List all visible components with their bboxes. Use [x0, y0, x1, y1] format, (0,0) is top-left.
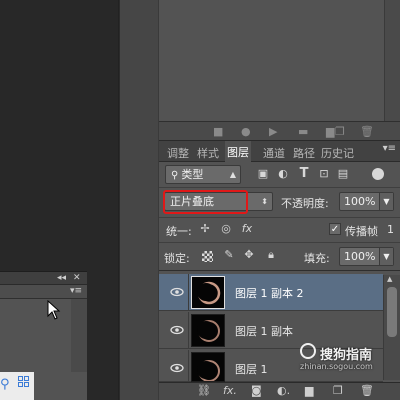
visibility-column: [159, 312, 189, 349]
watermark-logo: [300, 343, 316, 359]
filter-kind-label: 类型: [181, 168, 204, 181]
tab-channels[interactable]: 通道: [263, 145, 285, 161]
eye-icon[interactable]: [170, 361, 184, 375]
layer-name[interactable]: 图层 1 副本: [235, 323, 293, 339]
search-icon[interactable]: ⚲: [0, 377, 10, 392]
fill-field[interactable]: 100% ▼: [339, 247, 394, 266]
lock-label: 锁定:: [164, 252, 190, 265]
mouse-cursor-icon: [47, 300, 61, 320]
divider: [159, 242, 400, 243]
fill-label: 填充:: [304, 252, 330, 265]
layers-scrollbar[interactable]: ▲: [383, 275, 400, 380]
propagate-label: 传播帧: [345, 225, 378, 238]
link-icon[interactable]: ⛓: [197, 384, 211, 397]
panel-dock-gutter: [118, 0, 158, 400]
mini-panel-titlebar[interactable]: ◂◂ ✕: [0, 272, 87, 285]
unify-label: 统一:: [166, 225, 192, 238]
chevron-down-icon: ▲: [229, 170, 236, 179]
layers-footer-toolbar: ⛓ fx. ◙ ◐. ▆ ❐ 🗑: [159, 382, 400, 400]
stop-icon[interactable]: ■: [213, 125, 223, 138]
adjustment-icon[interactable]: ◐.: [277, 384, 290, 397]
upper-panel-scrollbar[interactable]: [384, 0, 400, 121]
layer-thumbnail[interactable]: [191, 352, 225, 382]
panel-menu-icon[interactable]: ▾≡: [383, 143, 396, 154]
record-icon[interactable]: ●: [241, 125, 251, 138]
watermark-text: 搜狗指南: [320, 348, 373, 363]
lock-all-icon[interactable]: 🔒︎: [263, 247, 279, 263]
eye-icon[interactable]: [170, 323, 184, 337]
layer-row[interactable]: 图层 1 副本 2: [159, 274, 383, 311]
layer-thumbnail[interactable]: [191, 314, 225, 347]
tab-layers[interactable]: 图层: [225, 141, 251, 162]
upper-panel-toolbar: ■ ● ▶ ▬ ▆ ❐ 🗑: [159, 121, 400, 141]
unify-position-icon[interactable]: ✢: [197, 221, 213, 237]
new-action-icon[interactable]: ❐: [335, 125, 345, 138]
filter-toggle-icon[interactable]: [372, 168, 384, 180]
scroll-up-icon[interactable]: ▲: [387, 275, 392, 283]
unify-style-icon[interactable]: fx: [239, 221, 255, 237]
pixel-filter-icon[interactable]: ▣: [255, 166, 271, 182]
shape-filter-icon[interactable]: ⊡: [316, 166, 332, 182]
visibility-column: [159, 274, 189, 311]
mask-icon[interactable]: ◙: [251, 384, 262, 397]
divider: [159, 187, 400, 188]
collapse-icon[interactable]: ◂◂: [57, 272, 66, 284]
panel-menu-icon[interactable]: ▾≡: [70, 286, 82, 296]
eye-icon[interactable]: [170, 285, 184, 299]
watermark-url: zhinan.sogou.com: [300, 362, 373, 371]
lock-transparency-icon[interactable]: [202, 251, 213, 262]
panel-tabbar: 调整 样式 图层 通道 路径 历史记 ▾≡: [159, 141, 400, 162]
new-layer-icon[interactable]: ❐: [333, 384, 343, 397]
divider: [159, 270, 400, 271]
chevron-updown-icon: ⬍: [261, 197, 268, 206]
propagate-checkbox[interactable]: ✓: [329, 223, 341, 235]
group-icon[interactable]: ▆: [305, 384, 313, 397]
tab-styles[interactable]: 样式: [197, 145, 219, 161]
fill-value: 100%: [344, 250, 376, 263]
opacity-label: 不透明度:: [281, 197, 329, 210]
trash-icon[interactable]: 🗑: [360, 384, 374, 397]
opacity-field[interactable]: 100% ▼: [339, 192, 394, 211]
folder-icon[interactable]: ▆: [326, 125, 334, 138]
upper-panel-area: [159, 0, 400, 121]
layer-filter-dropdown[interactable]: ⚲ 类型 ▲: [165, 165, 241, 184]
lock-pixels-icon[interactable]: ✎: [221, 247, 237, 263]
play-icon[interactable]: ▶: [269, 125, 277, 138]
close-icon[interactable]: ✕: [73, 272, 81, 284]
scrollbar-thumb[interactable]: [387, 287, 397, 337]
tab-adjustments[interactable]: 调整: [167, 145, 189, 161]
layer-thumbnail[interactable]: [191, 276, 225, 309]
opacity-value: 100%: [344, 195, 376, 208]
tab-paths[interactable]: 路径: [293, 145, 315, 161]
tab-history[interactable]: 历史记: [321, 145, 354, 161]
blend-mode-highlight: [163, 190, 248, 214]
propagate-frame-number: 1: [387, 223, 394, 236]
mini-panel-scrollbar[interactable]: [71, 299, 87, 372]
smart-object-filter-icon[interactable]: ▤: [335, 166, 351, 182]
visibility-column: [159, 350, 189, 382]
fx-icon[interactable]: fx.: [223, 384, 237, 397]
new-set-icon[interactable]: ▬: [298, 125, 308, 138]
mini-panel-tabbar: ▾≡: [0, 285, 87, 299]
layer-name[interactable]: 图层 1: [235, 361, 268, 377]
mini-panel-footer: ⚲: [0, 372, 34, 400]
unify-visibility-icon[interactable]: ◎: [218, 221, 234, 237]
chevron-down-icon[interactable]: ▼: [379, 248, 393, 265]
search-icon: ⚲: [171, 170, 179, 181]
lock-position-icon[interactable]: ✥: [241, 247, 257, 263]
layer-name[interactable]: 图层 1 副本 2: [235, 285, 304, 301]
grid-icon[interactable]: [18, 376, 30, 388]
type-filter-icon[interactable]: T: [296, 166, 312, 182]
trash-icon[interactable]: 🗑: [360, 125, 374, 138]
chevron-down-icon[interactable]: ▼: [379, 193, 393, 210]
divider: [159, 217, 400, 218]
adjustment-filter-icon[interactable]: ◐: [275, 166, 291, 182]
